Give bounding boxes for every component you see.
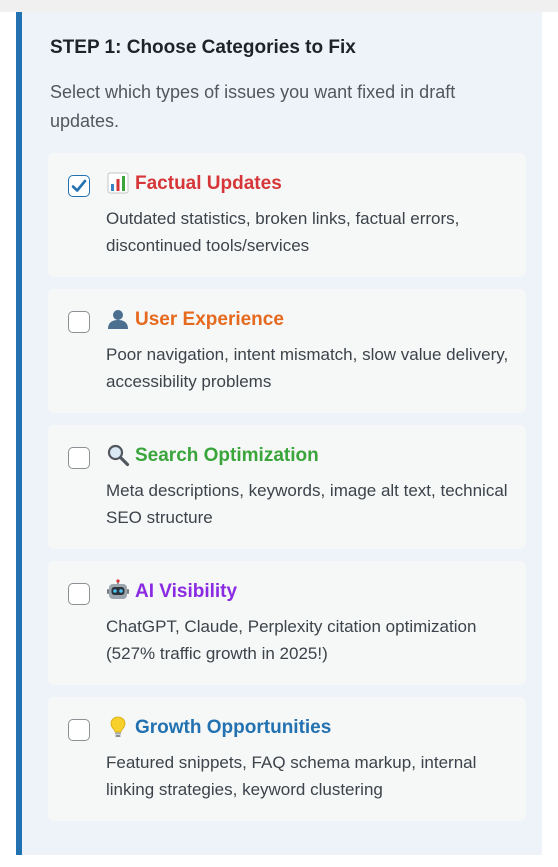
top-strip — [0, 0, 558, 12]
category-title: Growth Opportunities — [135, 717, 332, 738]
checkmark-icon — [71, 179, 87, 192]
category-title: Search Optimization — [135, 445, 319, 466]
category-card-search-optimization[interactable]: Search Optimization Meta descriptions, k… — [48, 425, 526, 549]
user-experience-checkbox[interactable] — [68, 311, 90, 333]
category-card-user-experience[interactable]: User Experience Poor navigation, intent … — [48, 289, 526, 413]
category-description: ChatGPT, Claude, Perplexity citation opt… — [106, 617, 477, 663]
category-description: Featured snippets, FAQ schema markup, in… — [106, 753, 477, 799]
light-bulb-icon — [106, 715, 130, 739]
category-title: AI Visibility — [135, 581, 238, 602]
growth-opportunities-checkbox[interactable] — [68, 719, 90, 741]
step-description: Select which types of issues you want fi… — [50, 82, 456, 131]
category-card-factual-updates[interactable]: Factual Updates Outdated statistics, bro… — [48, 153, 526, 277]
step-panel: STEP 1: Choose Categories to Fix Select … — [16, 12, 542, 855]
category-description: Poor navigation, intent mismatch, slow v… — [106, 345, 509, 391]
magnifier-icon — [106, 443, 130, 467]
bar-chart-icon — [106, 171, 130, 195]
category-description: Meta descriptions, keywords, image alt t… — [106, 481, 508, 527]
search-optimization-checkbox[interactable] — [68, 447, 90, 469]
ai-visibility-checkbox[interactable] — [68, 583, 90, 605]
category-title: User Experience — [135, 309, 284, 330]
category-title: Factual Updates — [135, 173, 282, 194]
category-card-growth-opportunities[interactable]: Growth Opportunities Featured snippets, … — [48, 697, 526, 821]
step-title: STEP 1: Choose Categories to Fix — [50, 37, 356, 58]
factual-updates-checkbox[interactable] — [68, 175, 90, 197]
category-card-ai-visibility[interactable]: AI Visibility ChatGPT, Claude, Perplexit… — [48, 561, 526, 685]
user-silhouette-icon — [106, 307, 130, 331]
category-description: Outdated statistics, broken links, factu… — [106, 209, 460, 255]
robot-icon — [106, 579, 130, 603]
